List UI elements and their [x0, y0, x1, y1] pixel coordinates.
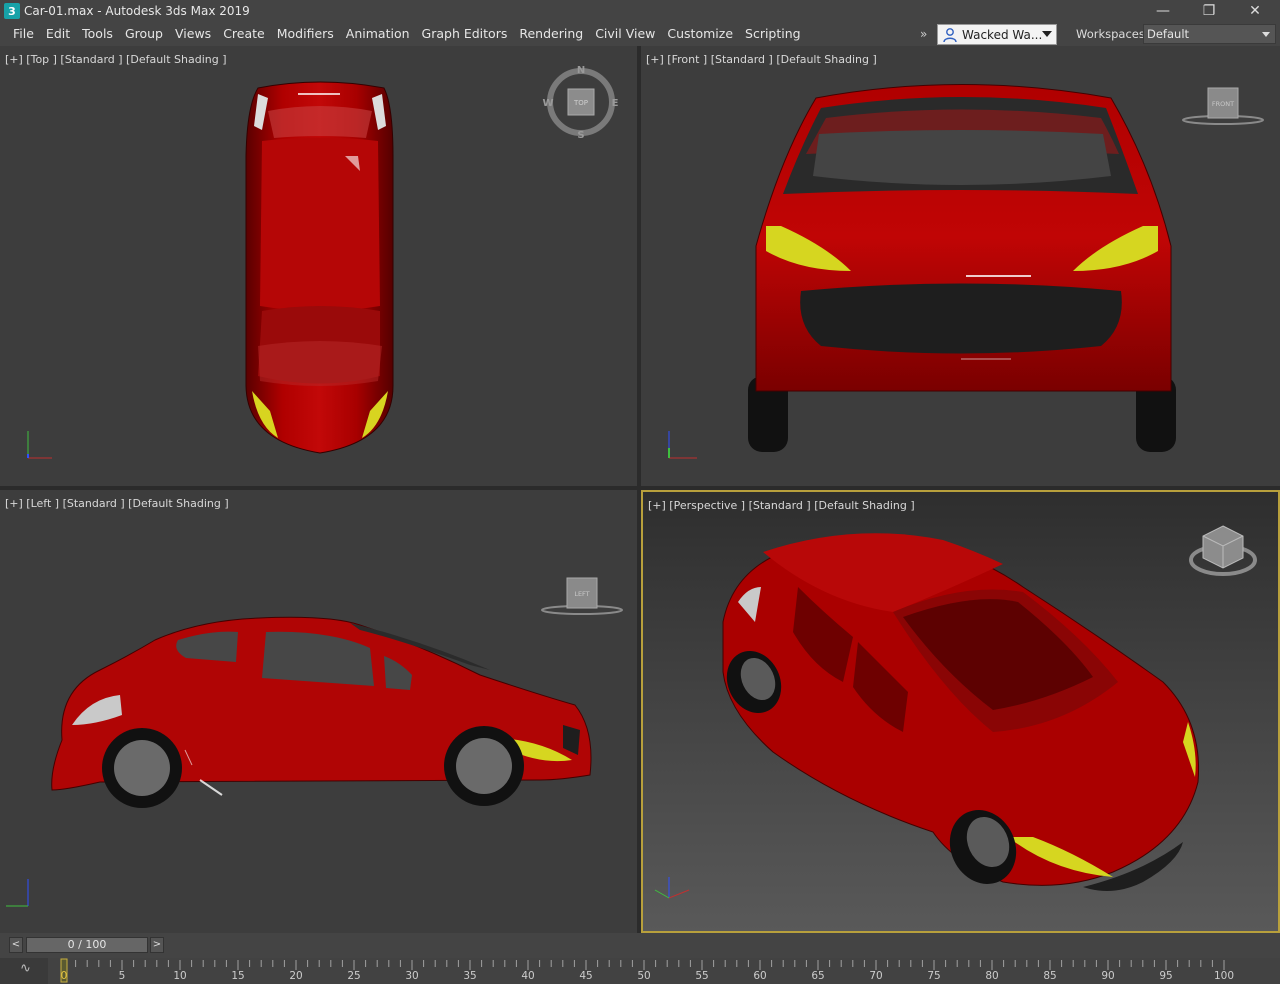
- menu-bar: File Edit Tools Group Views Create Modif…: [0, 22, 1280, 46]
- car-front-view: [748, 84, 1176, 452]
- restore-button[interactable]: ❐: [1186, 0, 1232, 22]
- user-account-dropdown[interactable]: Wacked Wa...: [937, 24, 1057, 45]
- viewport-left[interactable]: [+] [Left ] [Standard ] [Default Shading…: [0, 490, 637, 933]
- frame-tick-label: 90: [1101, 970, 1115, 982]
- workspace-value: Default: [1147, 27, 1190, 41]
- viewcube-face-label: LEFT: [574, 590, 589, 598]
- menu-overflow-button[interactable]: »: [920, 22, 927, 46]
- frame-tick-label: 100: [1213, 970, 1235, 982]
- viewcube[interactable]: LEFT: [540, 576, 624, 618]
- user-icon: [943, 27, 957, 42]
- viewport-perspective-label[interactable]: [+] [Perspective ] [Standard ] [Default …: [648, 499, 915, 512]
- frame-tick-label: 70: [869, 970, 883, 982]
- viewport-left-label[interactable]: [+] [Left ] [Standard ] [Default Shading…: [5, 497, 229, 510]
- chevron-down-icon: [1042, 31, 1052, 37]
- menu-animation[interactable]: Animation: [340, 22, 416, 46]
- title-bar: 3 Car-01.max - Autodesk 3ds Max 2019 — ❐…: [0, 0, 1280, 22]
- workspace-select[interactable]: Default: [1143, 24, 1276, 44]
- viewport-top[interactable]: [+] [Top ] [Standard ] [Default Shading …: [0, 46, 637, 486]
- menu-views[interactable]: Views: [169, 22, 217, 46]
- menu-file[interactable]: File: [7, 22, 40, 46]
- frame-tick-label: 40: [521, 970, 535, 982]
- frame-tick-label: 85: [1043, 970, 1057, 982]
- car-top-view: [245, 81, 394, 454]
- track-bar[interactable]: ∿ 0 5 10 15 20 25 30 35 40 45 50 55 60 65 70 75 80 85 90 95…: [0, 958, 1280, 984]
- axis-gizmo: [27, 431, 52, 459]
- frame-tick-label: 60: [753, 970, 767, 982]
- menu-scripting[interactable]: Scripting: [739, 22, 807, 46]
- menu-modifiers[interactable]: Modifiers: [271, 22, 340, 46]
- close-button[interactable]: ✕: [1232, 0, 1278, 22]
- frame-tick-label: 35: [463, 970, 477, 982]
- viewcube[interactable]: FRONT: [1181, 86, 1265, 128]
- viewport-front-label[interactable]: [+] [Front ] [Standard ] [Default Shadin…: [646, 53, 877, 66]
- minimize-button[interactable]: —: [1140, 0, 1186, 22]
- frame-tick-label: 5: [118, 970, 126, 982]
- frame-tick-label: 95: [1159, 970, 1173, 982]
- car-left-view: [51, 616, 592, 808]
- viewport-top-label[interactable]: [+] [Top ] [Standard ] [Default Shading …: [5, 53, 227, 66]
- menu-graph-editors[interactable]: Graph Editors: [416, 22, 514, 46]
- perspective-view-scene: [643, 492, 1278, 931]
- viewcube[interactable]: [1187, 522, 1263, 586]
- compass-west: W: [542, 98, 553, 109]
- menu-rendering[interactable]: Rendering: [513, 22, 589, 46]
- viewport-area: [+] [Top ] [Standard ] [Default Shading …: [0, 46, 1280, 933]
- frame-tick-label: 75: [927, 970, 941, 982]
- frame-tick-label: 20: [289, 970, 303, 982]
- frame-tick-label: 30: [405, 970, 419, 982]
- menu-edit[interactable]: Edit: [40, 22, 76, 46]
- viewport-perspective[interactable]: [+] [Perspective ] [Standard ] [Default …: [641, 490, 1280, 933]
- workspaces-label: Workspaces:: [1076, 27, 1149, 41]
- viewcube-face-label: TOP: [573, 99, 588, 107]
- frame-tick-label: 50: [637, 970, 651, 982]
- left-view-scene: [6, 616, 592, 907]
- menu-create[interactable]: Create: [217, 22, 271, 46]
- time-slider[interactable]: 0 / 100: [26, 937, 148, 953]
- viewport-front[interactable]: [+] [Front ] [Standard ] [Default Shadin…: [641, 46, 1280, 486]
- frame-tick-label: 15: [231, 970, 245, 982]
- axis-gizmo: [668, 431, 697, 459]
- chevron-down-icon: [1262, 32, 1270, 37]
- menu-civil-view[interactable]: Civil View: [589, 22, 661, 46]
- next-frame-button[interactable]: >: [150, 937, 164, 953]
- frame-tick-label: 80: [985, 970, 999, 982]
- compass-east: E: [612, 98, 619, 109]
- compass-north: N: [577, 65, 585, 76]
- user-name: Wacked Wa...: [962, 27, 1043, 42]
- frame-tick-label: 65: [811, 970, 825, 982]
- previous-frame-button[interactable]: <: [9, 937, 23, 953]
- frame-tick-label: 10: [173, 970, 187, 982]
- menu-tools[interactable]: Tools: [76, 22, 119, 46]
- time-slider-bar: < 0 / 100 >: [0, 933, 1280, 958]
- compass-south: S: [577, 130, 584, 141]
- frame-tick-label: 55: [695, 970, 709, 982]
- frame-tick-label: 0: [60, 970, 68, 982]
- compass-viewcube[interactable]: TOP N S E W: [542, 64, 622, 144]
- frame-tick-label: 25: [347, 970, 361, 982]
- axis-gizmo: [6, 879, 29, 907]
- window-title: Car-01.max - Autodesk 3ds Max 2019: [24, 4, 250, 18]
- menu-customize[interactable]: Customize: [661, 22, 739, 46]
- frame-tick-label: 45: [579, 970, 593, 982]
- viewcube-face-label: FRONT: [1212, 100, 1234, 108]
- menu-group[interactable]: Group: [119, 22, 169, 46]
- app-icon[interactable]: 3: [4, 3, 20, 19]
